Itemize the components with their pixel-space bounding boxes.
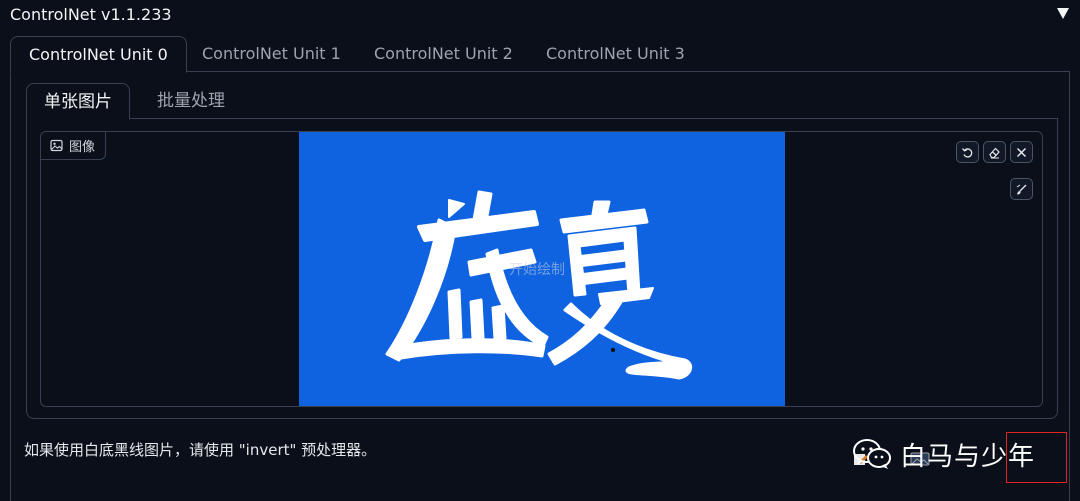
brush-button[interactable]	[1010, 178, 1033, 200]
image-upload-area[interactable]: 图像 开始绘制	[40, 131, 1043, 407]
wechat-icon	[853, 439, 891, 469]
start-drawing-overlay: 开始绘制	[509, 262, 565, 278]
unit-tab-bar: ControlNet Unit 0 ControlNet Unit 1 Cont…	[10, 36, 1070, 73]
tab-controlnet-unit-1[interactable]: ControlNet Unit 1	[184, 36, 359, 72]
invert-hint-text: 如果使用白底黑线图片，请使用 "invert" 预处理器。	[24, 441, 377, 459]
clear-button[interactable]	[1010, 141, 1033, 163]
brush-icon	[1016, 184, 1027, 194]
image-label-text: 图像	[69, 140, 96, 155]
image-label: 图像	[41, 132, 107, 160]
tab-controlnet-unit-0[interactable]: ControlNet Unit 0	[10, 36, 187, 73]
undo-icon	[962, 147, 973, 158]
image-icon	[50, 139, 63, 152]
header-title: ControlNet v1.1.233	[10, 5, 172, 24]
eraser-icon	[989, 147, 1000, 158]
tab-controlnet-unit-3[interactable]: ControlNet Unit 3	[528, 36, 703, 72]
tab-single-image[interactable]: 单张图片	[26, 83, 130, 120]
highlight-box	[1006, 432, 1067, 483]
close-icon	[1016, 147, 1027, 157]
tab-controlnet-unit-2[interactable]: ControlNet Unit 2	[356, 36, 531, 72]
image-canvas[interactable]: 开始绘制	[299, 132, 785, 406]
undo-button[interactable]	[956, 141, 979, 163]
triangle-down-icon[interactable]	[1056, 6, 1070, 20]
mode-tab-bar: 单张图片 批量处理	[26, 83, 1058, 120]
eraser-button[interactable]	[983, 141, 1006, 163]
controlnet-header[interactable]: ControlNet v1.1.233	[0, 0, 1080, 30]
tab-batch[interactable]: 批量处理	[140, 83, 242, 119]
